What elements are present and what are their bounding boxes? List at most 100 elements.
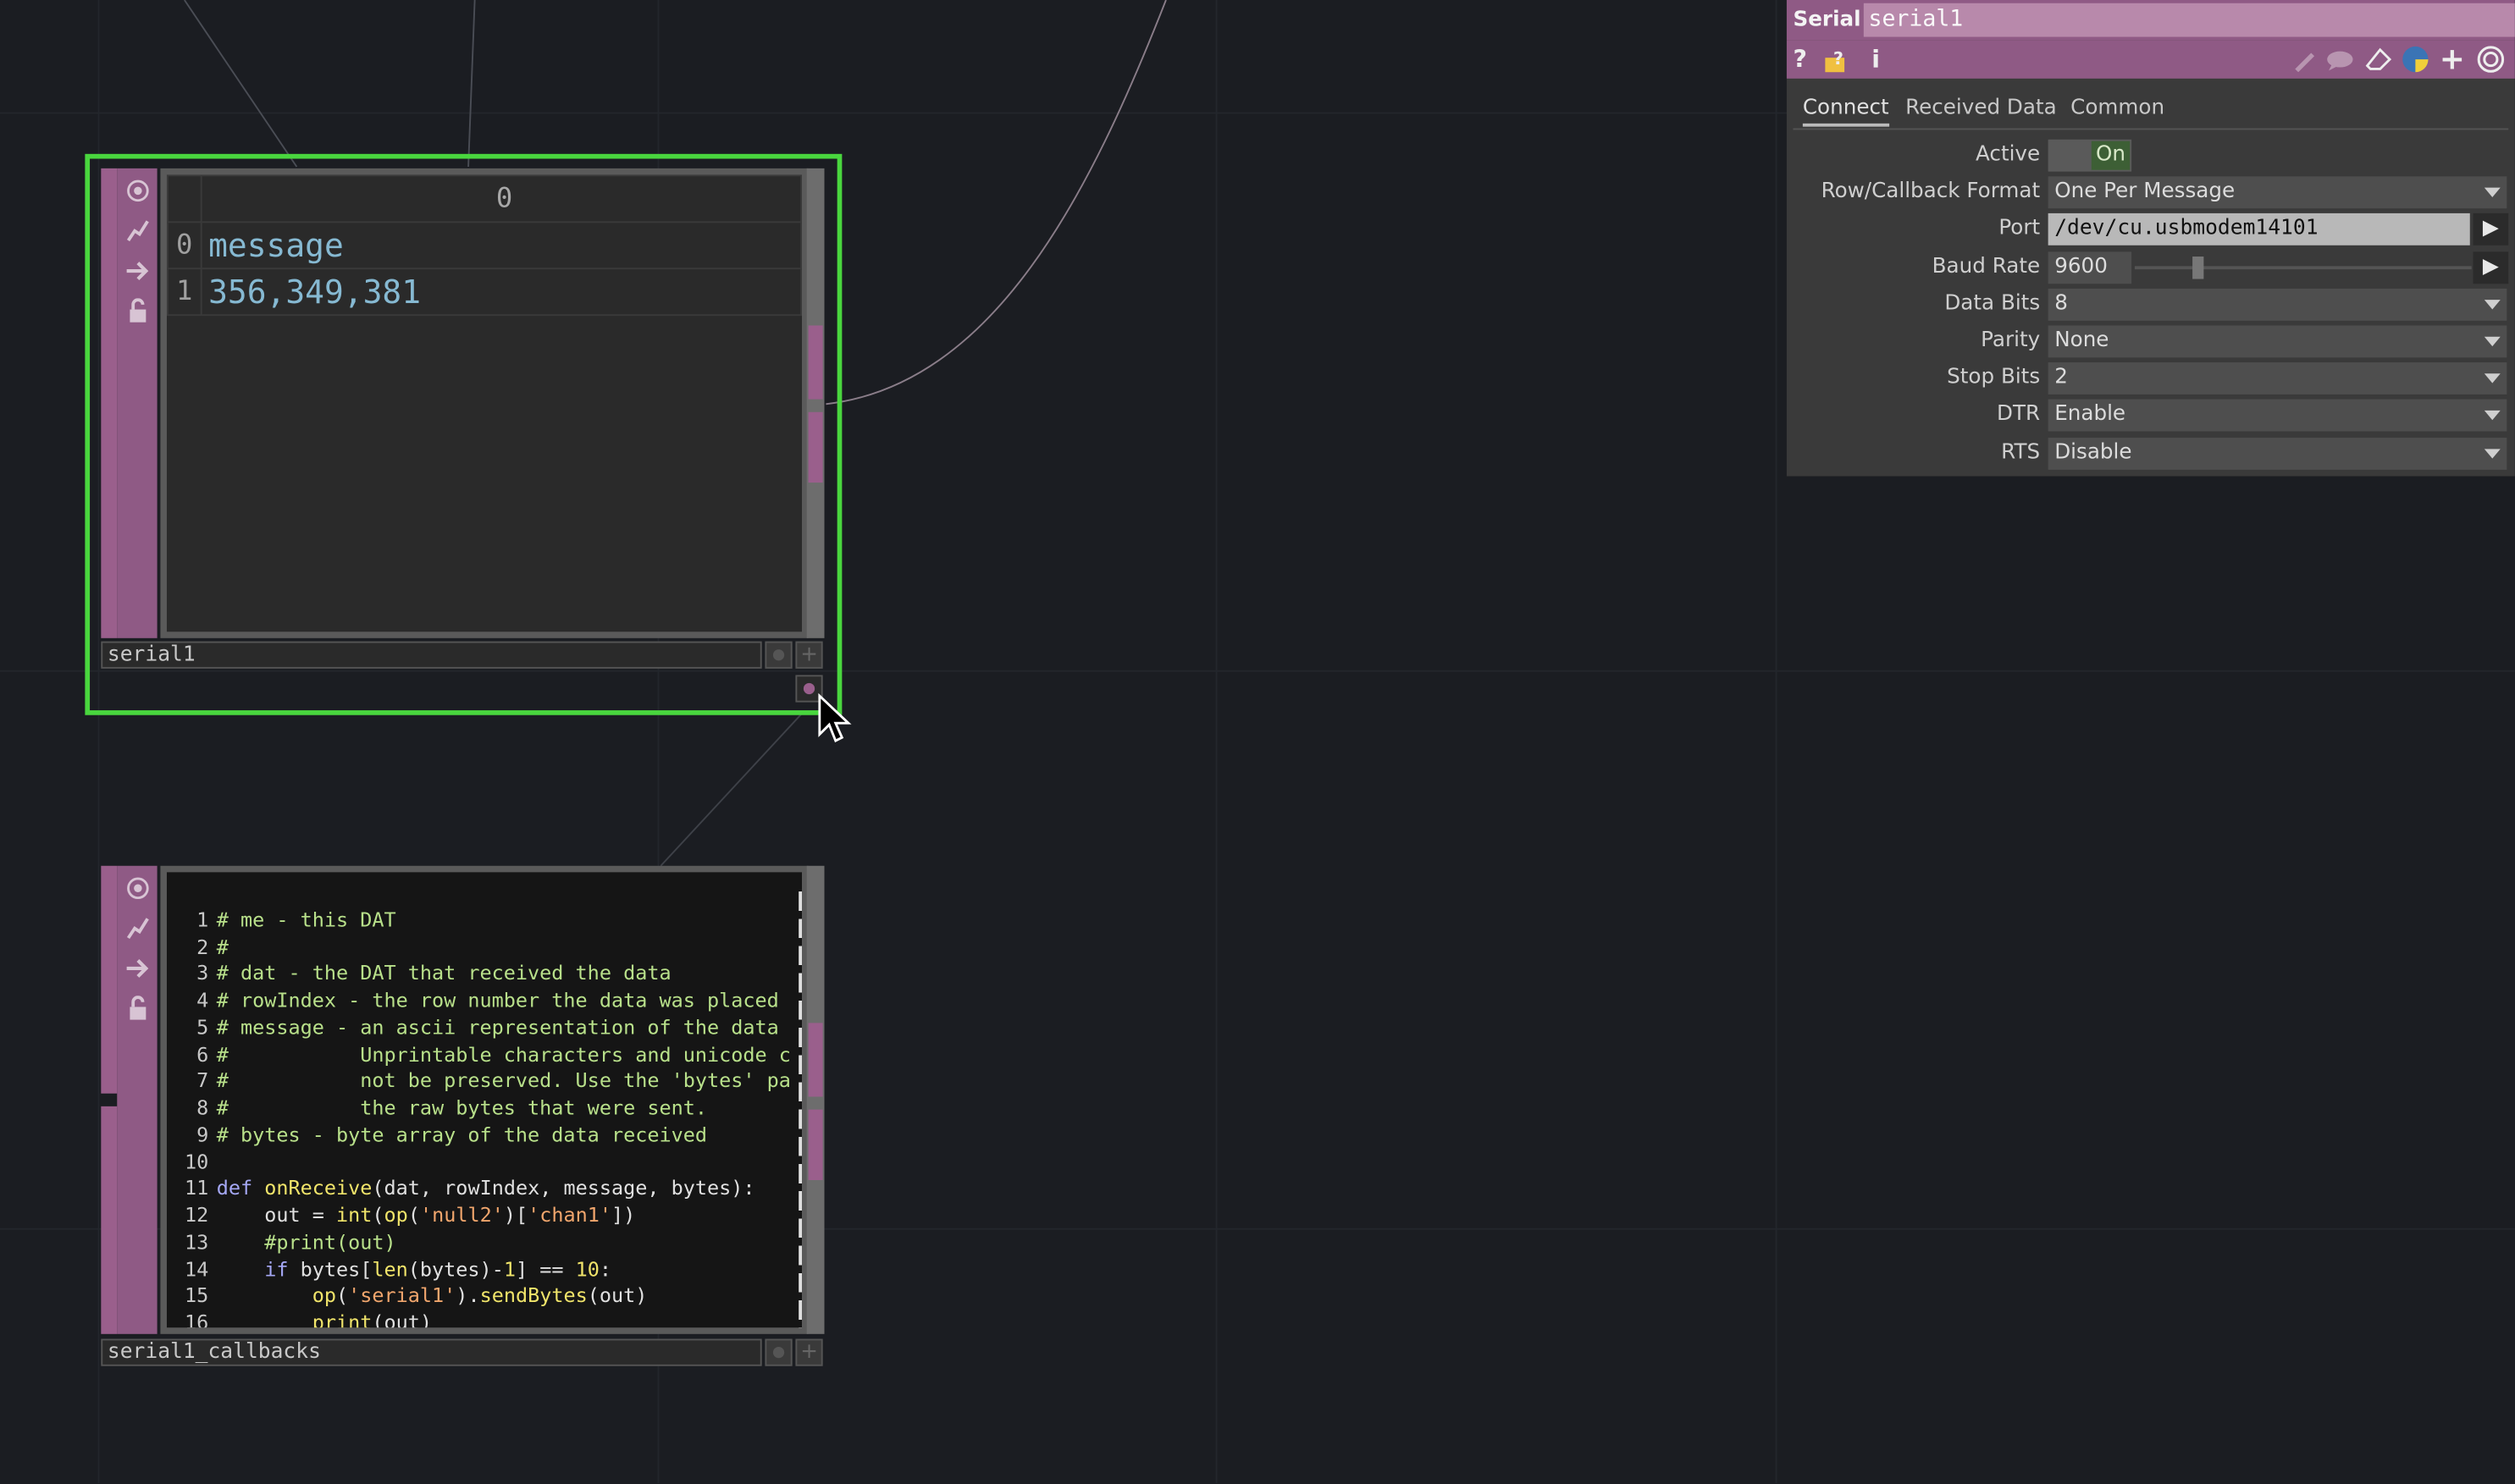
parameter-panel: Serial serial1 ? ? i + Connect Received … xyxy=(1786,0,2515,477)
node-flag-strip xyxy=(101,1106,118,1334)
code-line: 5 # message - an ascii representation of … xyxy=(196,1014,791,1039)
graph-icon[interactable] xyxy=(119,213,155,249)
param-dtr: DTR Enable xyxy=(1787,399,2515,432)
code-text[interactable]: 1 # me - this DAT 2 # 3 # dat - the DAT tha… xyxy=(174,880,791,1328)
baud-field[interactable]: 9600 xyxy=(2048,251,2132,284)
parity-dropdown[interactable]: None xyxy=(2048,325,2507,358)
dropdown-value: Disable xyxy=(2054,440,2132,466)
python-help-icon[interactable]: ? xyxy=(1823,47,1852,74)
tab-connect[interactable]: Connect xyxy=(1802,97,1889,127)
rts-dropdown[interactable]: Disable xyxy=(2048,438,2507,470)
code-line: 12 out = int(op('null2')['chan1']) xyxy=(184,1202,636,1227)
node-name-field[interactable]: serial1 xyxy=(101,641,762,669)
add-icon[interactable]: + xyxy=(2440,41,2465,77)
scrollbar-thumb[interactable] xyxy=(808,411,823,483)
info-icon[interactable]: i xyxy=(1871,45,1880,74)
code-line: 15 op('serial1').sendBytes(out) xyxy=(184,1283,648,1308)
param-label: Baud Rate xyxy=(1932,255,2041,279)
network-editor[interactable]: 0 0 message 1 356,349,381 serial1 + 1 # … xyxy=(0,0,2515,1483)
table-cell: message xyxy=(200,221,802,270)
node-flag-strip xyxy=(101,865,118,1094)
dropdown-value: Enable xyxy=(2054,402,2126,427)
viewer-icon[interactable] xyxy=(119,174,155,209)
node-name-field[interactable]: serial1_callbacks xyxy=(101,1338,762,1366)
param-label: Parity xyxy=(1981,328,2041,353)
node-bypass-button[interactable] xyxy=(765,641,793,669)
node-bypass-button[interactable] xyxy=(765,1338,793,1366)
tab-received-data[interactable]: Received Data xyxy=(1905,97,2057,120)
node-expand-button[interactable]: + xyxy=(795,1338,823,1366)
node-flag-strip xyxy=(101,168,118,638)
dtr-dropdown[interactable]: Enable xyxy=(2048,399,2507,432)
port-menu-button[interactable]: ▶ xyxy=(2473,212,2509,245)
port-value: /dev/cu.usbmodem14101 xyxy=(2054,216,2319,241)
table-cell: 356,349,381 xyxy=(200,268,802,317)
cursor-icon xyxy=(818,692,852,742)
column-header: 0 xyxy=(200,174,802,223)
scrollbar-thumb[interactable] xyxy=(808,1109,823,1180)
param-label: Active xyxy=(1975,142,2041,167)
code-line: 9 # bytes - byte array of the data receiv… xyxy=(196,1122,707,1146)
table-header-row: 0 xyxy=(166,174,802,223)
python-icon[interactable] xyxy=(2401,45,2429,80)
slider-handle[interactable] xyxy=(2192,257,2204,279)
lock-icon[interactable] xyxy=(119,990,155,1026)
chevron-down-icon xyxy=(2484,336,2501,347)
stopbits-dropdown[interactable]: 2 xyxy=(2048,362,2507,394)
lock-icon[interactable] xyxy=(119,294,155,329)
viewer-icon[interactable] xyxy=(119,870,155,906)
eraser-icon[interactable] xyxy=(2364,47,2393,79)
param-baud: Baud Rate 9600 ▶ xyxy=(1787,251,2515,284)
dropdown-value: 2 xyxy=(2054,365,2068,390)
node-icon-column xyxy=(117,865,158,1334)
data-table: 0 0 message 1 356,349,381 xyxy=(166,174,802,317)
arrow-icon[interactable] xyxy=(119,253,155,289)
param-label: DTR xyxy=(1997,402,2041,427)
edit-icon[interactable] xyxy=(2292,48,2318,79)
table-corner-cell xyxy=(166,174,202,223)
node-expand-button[interactable]: + xyxy=(795,641,823,669)
viewer-scrollbar[interactable] xyxy=(806,168,825,638)
code-line: 14 if bytes[len(bytes)-1] == 10: xyxy=(184,1255,612,1281)
tab-common[interactable]: Common xyxy=(2070,97,2164,120)
row-index: 1 xyxy=(166,268,202,317)
line-wrap-marker xyxy=(799,891,802,1328)
format-dropdown[interactable]: One Per Message xyxy=(2048,176,2507,209)
dropdown-value: 8 xyxy=(2054,291,2068,317)
dropdown-value: None xyxy=(2054,328,2109,353)
code-line: 8 # the raw bytes that were sent. xyxy=(196,1095,707,1120)
databits-dropdown[interactable]: 8 xyxy=(2048,288,2507,321)
toggle-state: On xyxy=(2091,141,2131,170)
scrollbar-thumb[interactable] xyxy=(808,325,823,400)
code-viewer[interactable]: 1 # me - this DAT 2 # 3 # dat - the DAT tha… xyxy=(160,865,809,1334)
code-line: 2 # xyxy=(196,934,229,958)
chevron-down-icon xyxy=(2484,410,2501,421)
scrollbar-thumb[interactable] xyxy=(808,1023,823,1097)
operator-type: Serial xyxy=(1793,8,1861,32)
wire xyxy=(660,713,803,867)
baud-menu-button[interactable]: ▶ xyxy=(2473,251,2509,284)
param-databits: Data Bits 8 xyxy=(1787,288,2515,321)
active-toggle[interactable]: On xyxy=(2048,139,2132,172)
port-field[interactable]: /dev/cu.usbmodem14101 xyxy=(2048,212,2470,245)
wire xyxy=(467,0,476,168)
table-row: 0 message xyxy=(166,221,802,270)
chevron-down-icon xyxy=(2484,187,2501,197)
wire xyxy=(826,0,1167,405)
help-icon[interactable]: ? xyxy=(1793,45,1806,74)
chevron-down-icon xyxy=(2484,300,2501,310)
param-parity: Parity None xyxy=(1787,325,2515,358)
node-icon-column xyxy=(117,168,158,638)
viewer-scrollbar[interactable] xyxy=(806,865,825,1334)
svg-text:?: ? xyxy=(1833,48,1843,69)
operator-name-field[interactable]: serial1 xyxy=(1863,3,2515,37)
code-line: 4 # rowIndex - the row number the data wa… xyxy=(196,987,791,1012)
comment-icon[interactable] xyxy=(2325,48,2354,79)
baud-slider[interactable] xyxy=(2134,251,2472,284)
graph-icon[interactable] xyxy=(119,911,155,946)
arrow-icon[interactable] xyxy=(119,951,155,986)
target-icon[interactable] xyxy=(2476,45,2505,80)
chevron-down-icon xyxy=(2484,373,2501,383)
table-viewer[interactable]: 0 0 message 1 356,349,381 xyxy=(160,168,809,638)
code-line: 3 # dat - the DAT that received the data xyxy=(196,960,672,985)
